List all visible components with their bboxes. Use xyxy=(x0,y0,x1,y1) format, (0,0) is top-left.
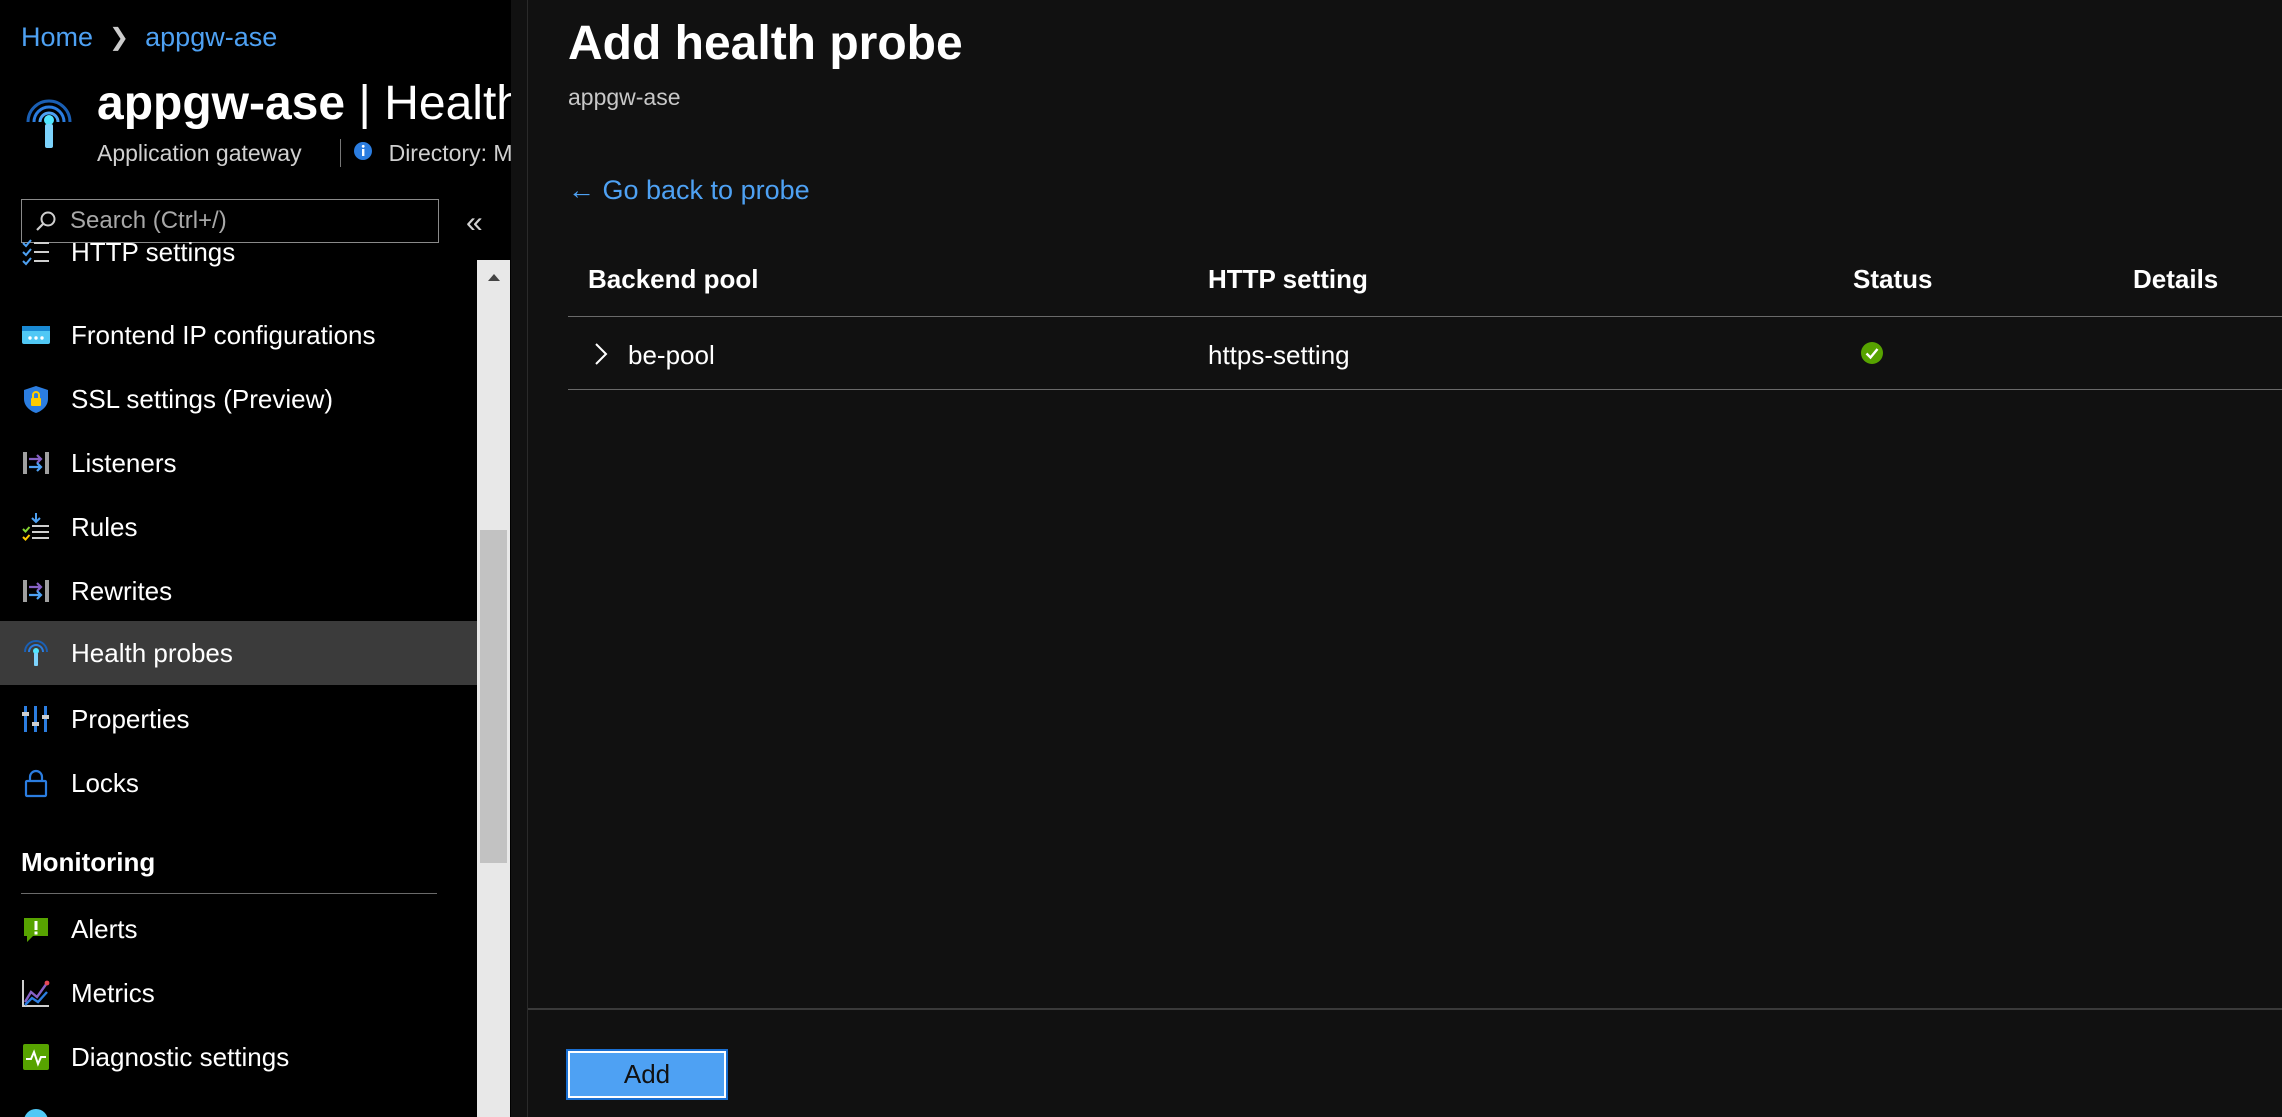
http-setting-cell: https-setting xyxy=(1208,340,1350,370)
sidebar-scrollbar[interactable] xyxy=(477,260,510,1117)
column-header-details: Details xyxy=(2133,264,2219,294)
breadcrumb: Home ❯ appgw-ase xyxy=(21,22,277,53)
header-divider xyxy=(568,316,2282,317)
info-icon[interactable] xyxy=(353,140,373,167)
rewrite-icon xyxy=(21,576,51,606)
monitoring-heading: Monitoring xyxy=(21,847,156,877)
resource-sidebar: Home ❯ appgw-ase appgw-ase | Health Appl… xyxy=(0,0,511,1117)
sidebar-item-diagnostic-settings[interactable]: Diagnostic settings xyxy=(0,1025,477,1089)
breadcrumb-resource[interactable]: appgw-ase xyxy=(145,22,277,53)
sidebar-item-rules[interactable]: Rules xyxy=(0,495,477,559)
rules-icon xyxy=(21,512,51,542)
add-health-probe-panel: Add health probe appgw-ase ← Go back to … xyxy=(527,0,2282,1117)
breadcrumb-home[interactable]: Home xyxy=(21,22,93,53)
properties-icon xyxy=(21,704,51,734)
sidebar-item-metrics[interactable]: Metrics xyxy=(0,961,477,1025)
health-probe-icon xyxy=(21,638,51,668)
directory-label: Directory: M xyxy=(388,139,511,166)
healthy-status-icon xyxy=(1860,341,1884,370)
page-title: appgw-ase | Health xyxy=(97,77,511,130)
logs-icon xyxy=(21,1106,51,1117)
alert-icon xyxy=(21,914,51,944)
sidebar-item-locks[interactable]: Locks xyxy=(0,751,477,815)
sidebar-item-alerts[interactable]: Alerts xyxy=(0,897,477,961)
ip-config-icon xyxy=(21,320,51,350)
chevron-right-icon: ❯ xyxy=(109,24,130,51)
footer-divider xyxy=(528,1008,2282,1010)
resource-type: Application gateway xyxy=(97,139,302,166)
divider xyxy=(339,139,341,167)
shield-lock-icon xyxy=(21,384,51,414)
sidebar-item-frontend-ip[interactable]: Frontend IP configurations xyxy=(0,303,477,367)
sidebar-item-health-probes[interactable]: Health probes xyxy=(0,621,477,685)
panel-title: Add health probe xyxy=(568,17,963,70)
column-header-backend-pool: Backend pool xyxy=(588,264,759,294)
backend-pool-cell: be-pool xyxy=(628,340,715,370)
application-gateway-icon xyxy=(20,92,78,152)
add-button[interactable]: Add xyxy=(566,1049,728,1100)
sidebar-item-listeners[interactable]: Listeners xyxy=(0,431,477,495)
sidebar-item-rewrites[interactable]: Rewrites xyxy=(0,559,477,623)
column-header-http-setting: HTTP setting xyxy=(1208,264,1368,294)
lock-icon xyxy=(21,768,51,798)
diagnostic-icon xyxy=(21,1042,51,1072)
section-divider xyxy=(21,893,437,894)
go-back-link[interactable]: ← Go back to probe xyxy=(568,175,810,206)
row-divider xyxy=(568,389,2282,390)
column-header-status: Status xyxy=(1853,264,1933,294)
sidebar-item-partial[interactable] xyxy=(0,1089,477,1117)
metrics-icon xyxy=(21,978,51,1008)
panel-subtitle: appgw-ase xyxy=(568,84,681,110)
expand-chevron-icon[interactable] xyxy=(594,342,608,371)
scrollbar-thumb[interactable] xyxy=(480,530,507,863)
resource-subtitle: Application gateway Directory: M xyxy=(97,139,511,167)
sidebar-item-properties[interactable]: Properties xyxy=(0,687,477,751)
scroll-up-icon[interactable] xyxy=(477,260,510,294)
sidebar-item-ssl-settings[interactable]: SSL settings (Preview) xyxy=(0,367,477,431)
list-check-icon xyxy=(21,237,51,267)
listener-icon xyxy=(21,448,51,478)
sidebar-item-http-settings[interactable]: HTTP settings xyxy=(0,230,477,274)
